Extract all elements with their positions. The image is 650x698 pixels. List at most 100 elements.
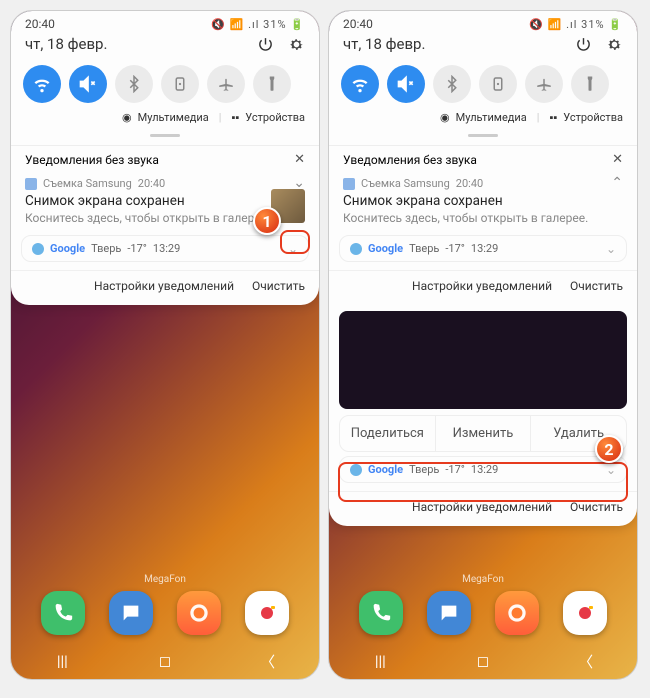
nav-bar: ||| ◻ 〈 — [329, 643, 637, 679]
google-notification[interactable]: Google Тверь -17° 13:29 ⌄ — [21, 235, 309, 262]
date: чт, 18 февр. — [25, 35, 107, 53]
callout-1: 1 — [253, 207, 281, 235]
media-button[interactable]: Мультимедиа — [138, 111, 209, 124]
silent-header: Уведомления без звука ✕ — [11, 145, 319, 173]
google-city: Тверь — [91, 242, 121, 255]
sound-toggle[interactable] — [387, 65, 425, 103]
status-icons: 🔇 📶 .ıl 31% 🔋 — [529, 18, 623, 31]
notif-settings-button[interactable]: Настройки уведомлений — [94, 279, 234, 293]
dock — [11, 591, 319, 635]
home-button[interactable]: ◻ — [153, 652, 177, 670]
browser-app-icon[interactable] — [495, 591, 539, 635]
date: чт, 18 февр. — [343, 35, 425, 53]
clear-button[interactable]: Очистить — [252, 279, 305, 293]
gear-icon[interactable] — [288, 36, 305, 53]
nav-bar: ||| ◻ 〈 — [11, 643, 319, 679]
app-name: Съемка Samsung — [43, 177, 132, 190]
messages-app-icon[interactable] — [109, 591, 153, 635]
edit-button[interactable]: Изменить — [436, 416, 532, 451]
gear-icon[interactable] — [606, 36, 623, 53]
clear-button[interactable]: Очистить — [570, 279, 623, 293]
recents-button[interactable]: ||| — [368, 652, 392, 670]
recents-button[interactable]: ||| — [50, 652, 74, 670]
airplane-toggle[interactable] — [525, 65, 563, 103]
notification-shade: 20:40 🔇 📶 .ıl 31% 🔋 чт, 18 февр. ◉ Мульт… — [329, 11, 637, 526]
notif-time: 20:40 — [456, 177, 483, 190]
notif-settings-button[interactable]: Настройки уведомлений — [412, 500, 552, 514]
google-time: 13:29 — [153, 242, 180, 255]
google-app: Google — [368, 242, 403, 255]
browser-app-icon[interactable] — [177, 591, 221, 635]
notif-time: 20:40 — [138, 177, 165, 190]
google-temp: -17° — [127, 242, 147, 255]
devices-button[interactable]: Устройства — [245, 111, 305, 124]
media-button[interactable]: Мультимедиа — [456, 111, 527, 124]
devices-icon: ▪▪ — [549, 111, 557, 124]
bluetooth-toggle[interactable] — [115, 65, 153, 103]
carrier-label: MegaFon — [329, 574, 637, 585]
google-app: Google — [50, 242, 85, 255]
messages-app-icon[interactable] — [427, 591, 471, 635]
highlight-2 — [338, 462, 628, 502]
phone-left: 20:40 🔇 📶 .ıl 31% 🔋 чт, 18 февр. ◉ Мульт… — [10, 10, 320, 680]
google-notification[interactable]: Google Тверь -17° 13:29 ⌄ — [339, 235, 627, 262]
close-icon[interactable]: ✕ — [612, 152, 623, 167]
date-row: чт, 18 февр. — [11, 33, 319, 61]
shade-footer: Настройки уведомлений Очистить — [329, 270, 637, 305]
bluetooth-toggle[interactable] — [433, 65, 471, 103]
airplane-toggle[interactable] — [207, 65, 245, 103]
drag-handle[interactable] — [468, 134, 498, 137]
rotate-toggle[interactable] — [161, 65, 199, 103]
screenshot-notification[interactable]: Съемка Samsung 20:40 ⌃ Снимок экрана сох… — [329, 173, 637, 235]
google-temp: -17° — [445, 242, 465, 255]
clear-button[interactable]: Очистить — [570, 500, 623, 514]
status-bar: 20:40 🔇 📶 .ıl 31% 🔋 — [329, 11, 637, 33]
back-button[interactable]: 〈 — [256, 651, 280, 672]
flashlight-toggle[interactable] — [253, 65, 291, 103]
flashlight-toggle[interactable] — [571, 65, 609, 103]
chevron-up-icon[interactable]: ⌃ — [611, 175, 623, 191]
home-button[interactable]: ◻ — [471, 652, 495, 670]
media-icon: ◉ — [440, 111, 450, 124]
back-button[interactable]: 〈 — [574, 651, 598, 672]
wifi-toggle[interactable] — [341, 65, 379, 103]
carrier-label: MegaFon — [11, 574, 319, 585]
weather-icon — [350, 243, 362, 255]
highlight-1 — [280, 230, 310, 254]
app-name: Съемка Samsung — [361, 177, 450, 190]
quick-settings — [329, 61, 637, 109]
rotate-toggle[interactable] — [479, 65, 517, 103]
camera-app-icon[interactable] — [245, 591, 289, 635]
drag-handle[interactable] — [150, 134, 180, 137]
power-icon[interactable] — [575, 36, 592, 53]
devices-button[interactable]: Устройства — [563, 111, 623, 124]
date-row: чт, 18 февр. — [329, 33, 637, 61]
screenshot-preview[interactable] — [339, 311, 627, 409]
dock — [329, 591, 637, 635]
notif-title: Снимок экрана сохранен — [343, 193, 623, 209]
sound-toggle[interactable] — [69, 65, 107, 103]
notif-settings-button[interactable]: Настройки уведомлений — [412, 279, 552, 293]
phone-app-icon[interactable] — [41, 591, 85, 635]
quick-settings — [11, 61, 319, 109]
silent-label: Уведомления без звука — [343, 153, 477, 167]
clock: 20:40 — [25, 17, 55, 31]
clock: 20:40 — [343, 17, 373, 31]
power-icon[interactable] — [257, 36, 274, 53]
close-icon[interactable]: ✕ — [294, 152, 305, 167]
phone-app-icon[interactable] — [359, 591, 403, 635]
wifi-toggle[interactable] — [23, 65, 61, 103]
silent-label: Уведомления без звука — [25, 153, 159, 167]
camera-app-icon[interactable] — [563, 591, 607, 635]
status-icons: 🔇 📶 .ıl 31% 🔋 — [211, 18, 305, 31]
media-icon: ◉ — [122, 111, 132, 124]
status-bar: 20:40 🔇 📶 .ıl 31% 🔋 — [11, 11, 319, 33]
chevron-down-icon[interactable]: ⌄ — [606, 242, 616, 256]
google-time: 13:29 — [471, 242, 498, 255]
notification-actions: Поделиться Изменить Удалить — [339, 415, 627, 452]
sub-row: ◉ Мультимедиа | ▪▪ Устройства — [329, 109, 637, 130]
google-city: Тверь — [409, 242, 439, 255]
share-button[interactable]: Поделиться — [340, 416, 436, 451]
devices-icon: ▪▪ — [231, 111, 239, 124]
notification-shade: 20:40 🔇 📶 .ıl 31% 🔋 чт, 18 февр. ◉ Мульт… — [11, 11, 319, 305]
